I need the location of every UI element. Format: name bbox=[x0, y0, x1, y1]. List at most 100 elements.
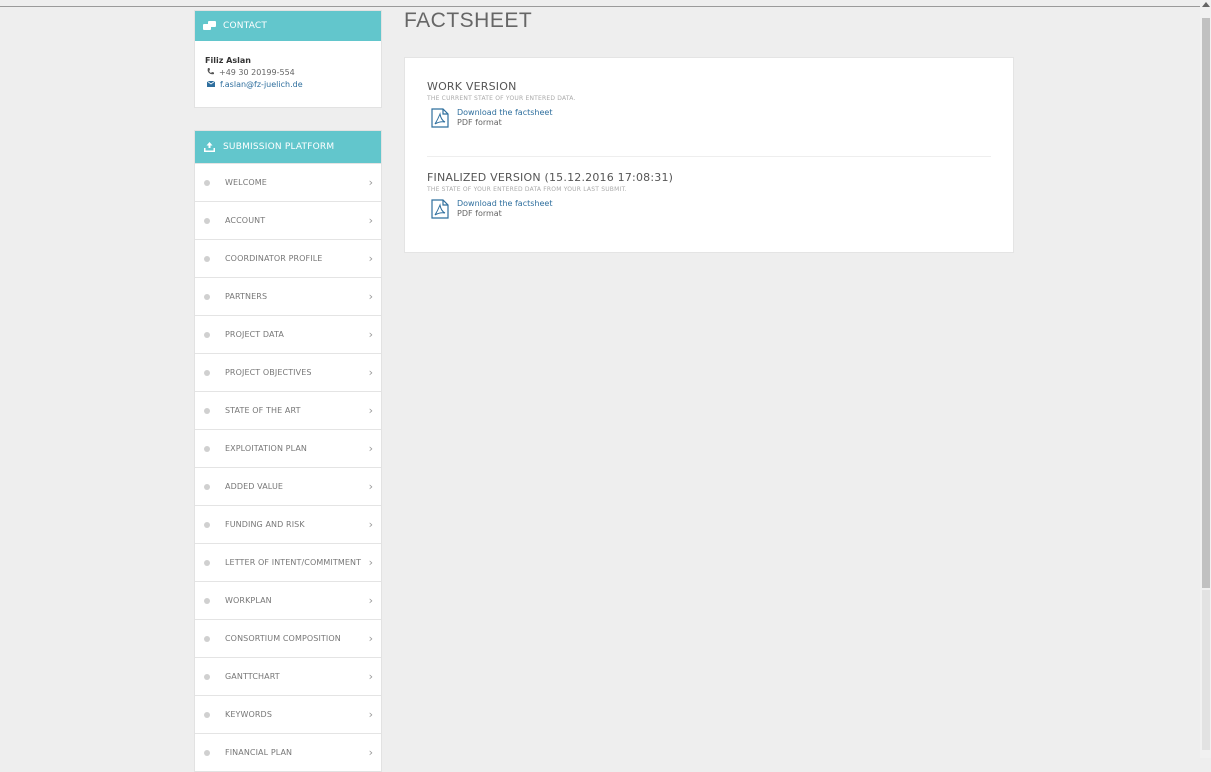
pdf-file-icon bbox=[431, 108, 449, 128]
status-dot-icon bbox=[204, 293, 210, 300]
chevron-right-icon: › bbox=[368, 441, 373, 455]
page-title: FACTSHEET bbox=[404, 9, 533, 32]
sidebar-item-label: FUNDING AND RISK bbox=[225, 520, 305, 529]
vertical-scrollbar[interactable] bbox=[1200, 0, 1211, 758]
sidebar-item-label: PARTNERS bbox=[225, 292, 268, 301]
status-dot-icon bbox=[204, 559, 210, 566]
status-dot-icon bbox=[204, 483, 210, 490]
section-divider bbox=[427, 156, 991, 157]
status-dot-icon bbox=[204, 749, 210, 756]
sidebar-item[interactable]: ADDED VALUE › bbox=[195, 467, 381, 505]
contact-panel: CONTACT Filiz Aslan +49 30 20199-554 f.a… bbox=[194, 10, 382, 108]
sidebar-item-label: PROJECT DATA bbox=[225, 330, 284, 339]
work-version-section: WORK VERSION THE CURRENT STATE OF YOUR E… bbox=[427, 80, 576, 128]
chevron-right-icon: › bbox=[368, 175, 373, 189]
chevron-right-icon: › bbox=[368, 213, 373, 227]
sidebar-item-label: WELCOME bbox=[225, 178, 267, 187]
sidebar-item-label: COORDINATOR PROFILE bbox=[225, 254, 323, 263]
sidebar-item-label: CONSORTIUM COMPOSITION bbox=[225, 634, 341, 643]
status-dot-icon bbox=[204, 407, 210, 414]
chevron-right-icon: › bbox=[368, 555, 373, 569]
chevron-right-icon: › bbox=[368, 745, 373, 759]
sidebar-item[interactable]: FINANCIAL PLAN › bbox=[195, 733, 381, 771]
sidebar-item-label: LETTER OF INTENT/COMMITMENT bbox=[225, 558, 362, 567]
finalized-version-subtitle: THE STATE OF YOUR ENTERED DATA FROM YOUR… bbox=[427, 186, 627, 193]
sidebar-item[interactable]: PROJECT OBJECTIVES › bbox=[195, 353, 381, 391]
status-dot-icon bbox=[204, 255, 210, 262]
finalized-version-title: FINALIZED VERSION (15.12.2016 17:08:31) bbox=[427, 171, 674, 184]
sidebar-item[interactable]: CONSORTIUM COMPOSITION › bbox=[195, 619, 381, 657]
chevron-right-icon: › bbox=[368, 251, 373, 265]
sidebar-item[interactable]: PROJECT DATA › bbox=[195, 315, 381, 353]
submission-panel: SUBMISSION PLATFORM WELCOME › ACCOUNT › COOR… bbox=[194, 130, 382, 772]
scrollbar-track[interactable] bbox=[1202, 590, 1210, 750]
envelope-icon bbox=[206, 79, 216, 91]
status-dot-icon bbox=[204, 445, 210, 452]
contact-email-row[interactable]: f.aslan@fz-juelich.de bbox=[205, 79, 371, 91]
phone-icon bbox=[207, 67, 214, 79]
sidebar-item[interactable]: KEYWORDS › bbox=[195, 695, 381, 733]
contact-email-link[interactable]: f.aslan@fz-juelich.de bbox=[220, 79, 303, 91]
chevron-right-icon: › bbox=[368, 631, 373, 645]
upload-tray-icon bbox=[195, 142, 223, 152]
submission-header: SUBMISSION PLATFORM bbox=[195, 131, 381, 163]
scrollbar-thumb[interactable] bbox=[1202, 18, 1210, 588]
status-dot-icon bbox=[204, 597, 210, 604]
status-dot-icon bbox=[204, 521, 210, 528]
sidebar-item[interactable]: STATE OF THE ART › bbox=[195, 391, 381, 429]
chevron-right-icon: › bbox=[368, 707, 373, 721]
work-version-subtitle: THE CURRENT STATE OF YOUR ENTERED DATA. bbox=[427, 95, 576, 102]
contact-header: CONTACT bbox=[195, 11, 381, 41]
chevron-right-icon: › bbox=[368, 669, 373, 683]
sidebar-item-label: WORKPLAN bbox=[225, 596, 272, 605]
chevron-right-icon: › bbox=[368, 403, 373, 417]
finalized-download[interactable]: Download the factsheet PDF format bbox=[431, 199, 673, 219]
sidebar-item-label: KEYWORDS bbox=[225, 710, 272, 719]
contact-name: Filiz Aslan bbox=[205, 56, 251, 65]
sidebar-item[interactable]: WORKPLAN › bbox=[195, 581, 381, 619]
work-download-format: PDF format bbox=[457, 118, 502, 127]
chevron-right-icon: › bbox=[368, 365, 373, 379]
sidebar-item-label: ADDED VALUE bbox=[225, 482, 284, 491]
sidebar-item-label: FINANCIAL PLAN bbox=[225, 748, 293, 757]
status-dot-icon bbox=[204, 369, 210, 376]
status-dot-icon bbox=[204, 711, 210, 718]
contact-phone: +49 30 20199-554 bbox=[219, 68, 295, 77]
sidebar: CONTACT Filiz Aslan +49 30 20199-554 f.a… bbox=[194, 10, 382, 772]
factsheet-card: WORK VERSION THE CURRENT STATE OF YOUR E… bbox=[404, 57, 1014, 253]
pdf-file-icon bbox=[431, 199, 449, 219]
submission-nav-list: WELCOME › ACCOUNT › COORDINATOR PROFILE › PART… bbox=[195, 163, 381, 771]
status-dot-icon bbox=[204, 331, 210, 338]
sidebar-item-label: PROJECT OBJECTIVES bbox=[225, 368, 312, 377]
sidebar-item[interactable]: PARTNERS › bbox=[195, 277, 381, 315]
sidebar-item[interactable]: EXPLOITATION PLAN › bbox=[195, 429, 381, 467]
chevron-right-icon: › bbox=[368, 289, 373, 303]
finalized-version-section: FINALIZED VERSION (15.12.2016 17:08:31) … bbox=[427, 171, 673, 219]
finalized-download-format: PDF format bbox=[457, 209, 502, 218]
status-dot-icon bbox=[204, 217, 210, 224]
chevron-right-icon: › bbox=[368, 327, 373, 341]
chat-bubbles-icon bbox=[195, 21, 223, 31]
submission-header-label: SUBMISSION PLATFORM bbox=[223, 142, 335, 152]
chevron-right-icon: › bbox=[368, 479, 373, 493]
sidebar-item[interactable]: LETTER OF INTENT/COMMITMENT › bbox=[195, 543, 381, 581]
status-dot-icon bbox=[204, 635, 210, 642]
sidebar-item-label: EXPLOITATION PLAN bbox=[225, 444, 307, 453]
chevron-right-icon: › bbox=[368, 593, 373, 607]
sidebar-item[interactable]: WELCOME › bbox=[195, 163, 381, 201]
sidebar-item-label: ACCOUNT bbox=[225, 216, 266, 225]
sidebar-item[interactable]: FUNDING AND RISK › bbox=[195, 505, 381, 543]
sidebar-item[interactable]: GANTTCHART › bbox=[195, 657, 381, 695]
chevron-right-icon: › bbox=[368, 517, 373, 531]
contact-phone-row: +49 30 20199-554 bbox=[205, 67, 371, 79]
work-download-link[interactable]: Download the factsheet bbox=[457, 108, 552, 118]
scroll-up-arrow-icon[interactable] bbox=[1202, 2, 1210, 7]
finalized-download-link[interactable]: Download the factsheet bbox=[457, 199, 552, 209]
sidebar-item[interactable]: ACCOUNT › bbox=[195, 201, 381, 239]
contact-header-label: CONTACT bbox=[223, 21, 268, 31]
work-download[interactable]: Download the factsheet PDF format bbox=[431, 108, 576, 128]
sidebar-item-label: GANTTCHART bbox=[225, 672, 280, 681]
sidebar-item[interactable]: COORDINATOR PROFILE › bbox=[195, 239, 381, 277]
top-divider bbox=[0, 6, 1200, 7]
sidebar-item-label: STATE OF THE ART bbox=[225, 406, 301, 415]
